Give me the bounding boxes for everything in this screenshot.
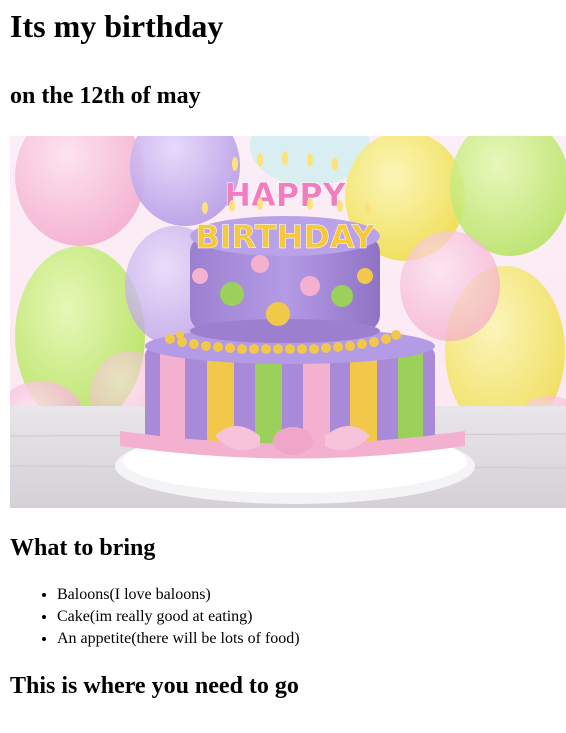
page-subtitle: on the 12th of may xyxy=(10,83,201,109)
cake-candle-line2: BIRTHDAY xyxy=(195,218,375,256)
cake-candle-line1: HAPPY xyxy=(224,176,346,214)
bring-list: Baloons(I love baloons) Cake(im really g… xyxy=(10,584,566,650)
page-title: Its my birthday xyxy=(10,8,224,44)
list-item: An appetite(there will be lots of food) xyxy=(57,628,566,650)
page-content: Its my birthday on the 12th of may HAPPY… xyxy=(0,8,566,700)
what-to-bring-heading: What to bring xyxy=(10,535,156,561)
list-item: Cake(im really good at eating) xyxy=(57,606,566,628)
location-heading: This is where you need to go xyxy=(10,673,299,699)
birthday-cake-image: HAPPY BIRTHDAY xyxy=(10,136,566,508)
list-item: Baloons(I love baloons) xyxy=(57,584,566,606)
